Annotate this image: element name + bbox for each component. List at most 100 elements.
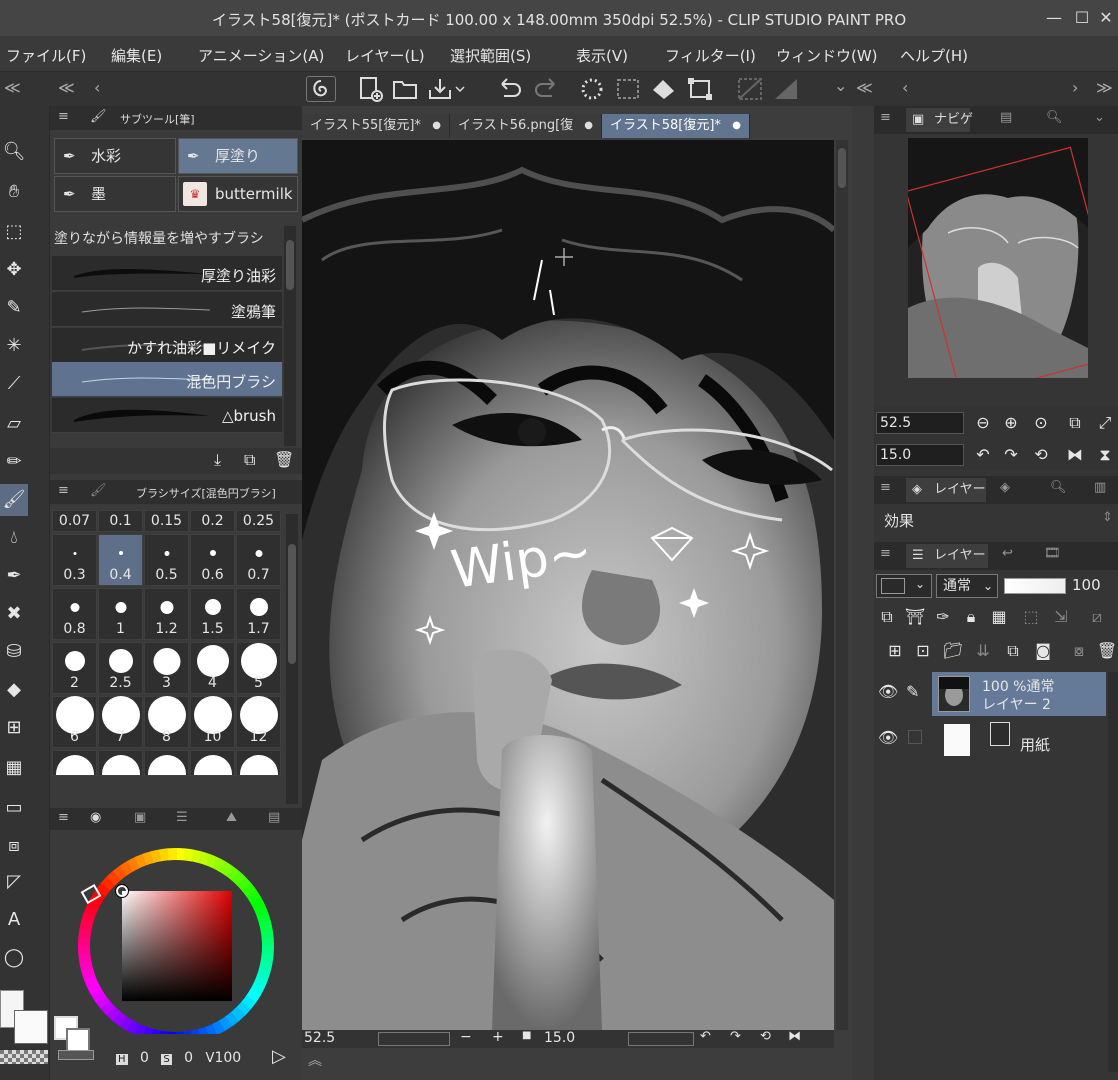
collapse-left-icon[interactable]: ≪ [4,78,21,97]
rotate-left-icon[interactable]: ↶ [972,444,994,466]
chevron-down-icon[interactable]: ⌄ [1094,110,1105,125]
zoom-out-icon[interactable]: ⊖ [972,412,994,434]
zoom-in-icon[interactable]: ⊕ [1000,412,1022,434]
animation-cels-icon[interactable]: 🎞︎ [1044,546,1061,561]
gradient-bucket-icon[interactable]: ◆ [0,674,28,706]
menu-file[interactable]: ファイル(F) [6,45,86,66]
combine-down-icon[interactable]: ⧉ [1002,640,1024,662]
search-icon[interactable]: 🔍︎ [1046,110,1063,125]
text-tool-icon[interactable]: A [0,904,28,936]
brush-size-cell[interactable]: 0.5 [144,534,189,586]
brush-size-cell[interactable] [52,750,97,776]
auto-select-icon[interactable]: ✳ [0,330,28,362]
layer-search-icon[interactable]: ◈ [1000,480,1010,495]
pencil-icon[interactable]: ✏︎ [0,446,28,478]
brush-size-cell[interactable] [144,750,189,776]
close-tab-icon[interactable]: ● [432,114,441,138]
document-tab-active[interactable]: イラスト58[復元]* ● [602,114,750,138]
move-tool-icon[interactable]: ✥ [0,254,28,286]
brush-size-cell[interactable]: 0.6 [190,534,235,586]
menu-layer[interactable]: レイヤー(L) [345,45,425,66]
chevron-down-icon[interactable]: ⌄ [834,76,847,95]
fit-icon[interactable]: ■ [522,1030,531,1041]
collapse-left-icon[interactable]: ≪ [58,78,75,97]
clip-layer-icon[interactable]: ⧉ [876,606,898,628]
eyedropper-icon[interactable]: ⟋ [0,368,28,400]
balloon-tail-icon[interactable]: ◸ [0,866,28,898]
brush-item[interactable]: 厚塗り油彩 [52,256,282,291]
brush-size-cell[interactable]: 1.7 [236,588,281,640]
gradient-icon[interactable]: ▦ [0,752,28,784]
navigator-angle-field[interactable]: 15.0 [876,444,964,466]
brush-size-cell[interactable]: 3 [144,642,189,694]
clip-studio-icon[interactable] [306,76,336,102]
color-wheel[interactable] [50,834,302,1034]
zoom-tool-icon[interactable]: 🔍︎ [0,136,28,168]
fit-view-icon[interactable]: ⧉ [1064,412,1086,434]
minimize-button[interactable]: — [1044,8,1064,28]
brush-size-cell[interactable]: 0.3 [52,534,97,586]
menu-view[interactable]: 表示(V) [576,45,628,66]
brush-size-cell[interactable]: 1.5 [190,588,235,640]
trash-icon[interactable]: 🗑︎ [274,450,294,469]
layer-row-layer2[interactable]: 👁︎ ✎ 100 %通常 レイヤー 2 [874,672,1106,716]
eye-icon[interactable]: 👁︎ [878,728,898,747]
download-icon[interactable]: ⤓ [214,450,221,470]
zoom-in-icon[interactable]: + [492,1029,504,1045]
color-wheel-tab-icon[interactable]: ◉ [90,810,101,825]
duplicate-icon[interactable]: ⧉ [244,450,255,470]
chevron-left-icon[interactable]: ‹ [902,78,908,97]
brush-size-cell[interactable]: 0.25 [236,510,281,532]
brush-size-cell[interactable]: 7 [98,696,143,748]
library-icon[interactable]: ▥ [1094,480,1106,495]
reset-rotation-icon[interactable]: ⟲ [1030,444,1052,466]
brush-size-cell[interactable]: 12 [236,696,281,748]
pen-tool-icon[interactable]: ✎ [0,292,28,324]
layer-scrollbar[interactable] [1108,672,1118,1072]
menu-help[interactable]: ヘルプ(H) [900,45,968,66]
figure-icon[interactable]: ⊞ [0,712,28,744]
brush-item[interactable]: △brush [52,398,282,433]
transparent-color-swatch[interactable] [0,1050,48,1064]
save-icon[interactable] [426,76,466,106]
subtool-tab-buttermilk[interactable]: ♛ buttermilk [178,176,298,212]
balloon-icon[interactable]: ◯ [0,942,28,974]
transfer-down-icon[interactable]: ⇊ [972,640,994,662]
history-icon[interactable]: ↩ [1002,546,1013,561]
undo-icon[interactable] [496,76,524,106]
document-tab[interactable]: イラスト55[復元]* ● [302,114,450,138]
expand-up-icon[interactable]: ︽ [308,1050,322,1070]
new-raster-layer-icon[interactable]: ⊞ [884,640,906,662]
intermediate-color-tab-icon[interactable]: ⛰ [226,810,237,825]
chevron-left-icon[interactable]: ‹ [94,78,100,97]
layer-tab[interactable]: ☰ レイヤー [906,544,988,568]
opacity-slider[interactable] [1004,578,1066,594]
play-icon[interactable]: ▷ [272,1046,286,1067]
canvas-vertical-scrollbar[interactable] [836,140,848,1030]
ruler-icon[interactable]: ⧈ [0,830,28,862]
brush-size-cell[interactable] [98,750,143,776]
subtool-tab-thick-paint[interactable]: ✒ 厚塗り [178,138,298,174]
collapse-right-icon[interactable]: ≪ [856,78,873,97]
flip-icon[interactable]: ⧓ [788,1029,801,1044]
brush-size-cell[interactable]: 0.7 [236,534,281,586]
ruler-link-icon[interactable]: ⧄ [1086,606,1108,628]
brush-size-cell[interactable] [190,750,235,776]
brush-item[interactable]: 混色円ブラシ [52,362,282,397]
menu-selection[interactable]: 選択範囲(S) [450,45,531,66]
open-file-icon[interactable] [392,76,420,106]
panel-menu-icon[interactable]: ≡ [880,546,891,561]
sub-view-tab-icon[interactable]: ▤ [1000,110,1012,125]
panel-menu-icon[interactable]: ≡ [58,109,69,124]
tone-icon[interactable] [772,76,800,106]
eye-icon[interactable]: 👁︎ [878,682,898,701]
object-tool-icon[interactable]: ⬚ [0,216,28,248]
brush-size-cell[interactable]: 1 [98,588,143,640]
chevron-right-icon[interactable]: › [1072,78,1078,97]
lock-transparency-icon[interactable]: ▦ [988,606,1010,628]
menu-animation[interactable]: アニメーション(A) [198,45,324,66]
navigator-zoom-field[interactable]: 52.5 [876,412,964,434]
zoom-out-icon[interactable]: − [460,1029,472,1045]
select-all-icon[interactable] [614,76,642,106]
navigator-preview[interactable] [908,138,1088,378]
